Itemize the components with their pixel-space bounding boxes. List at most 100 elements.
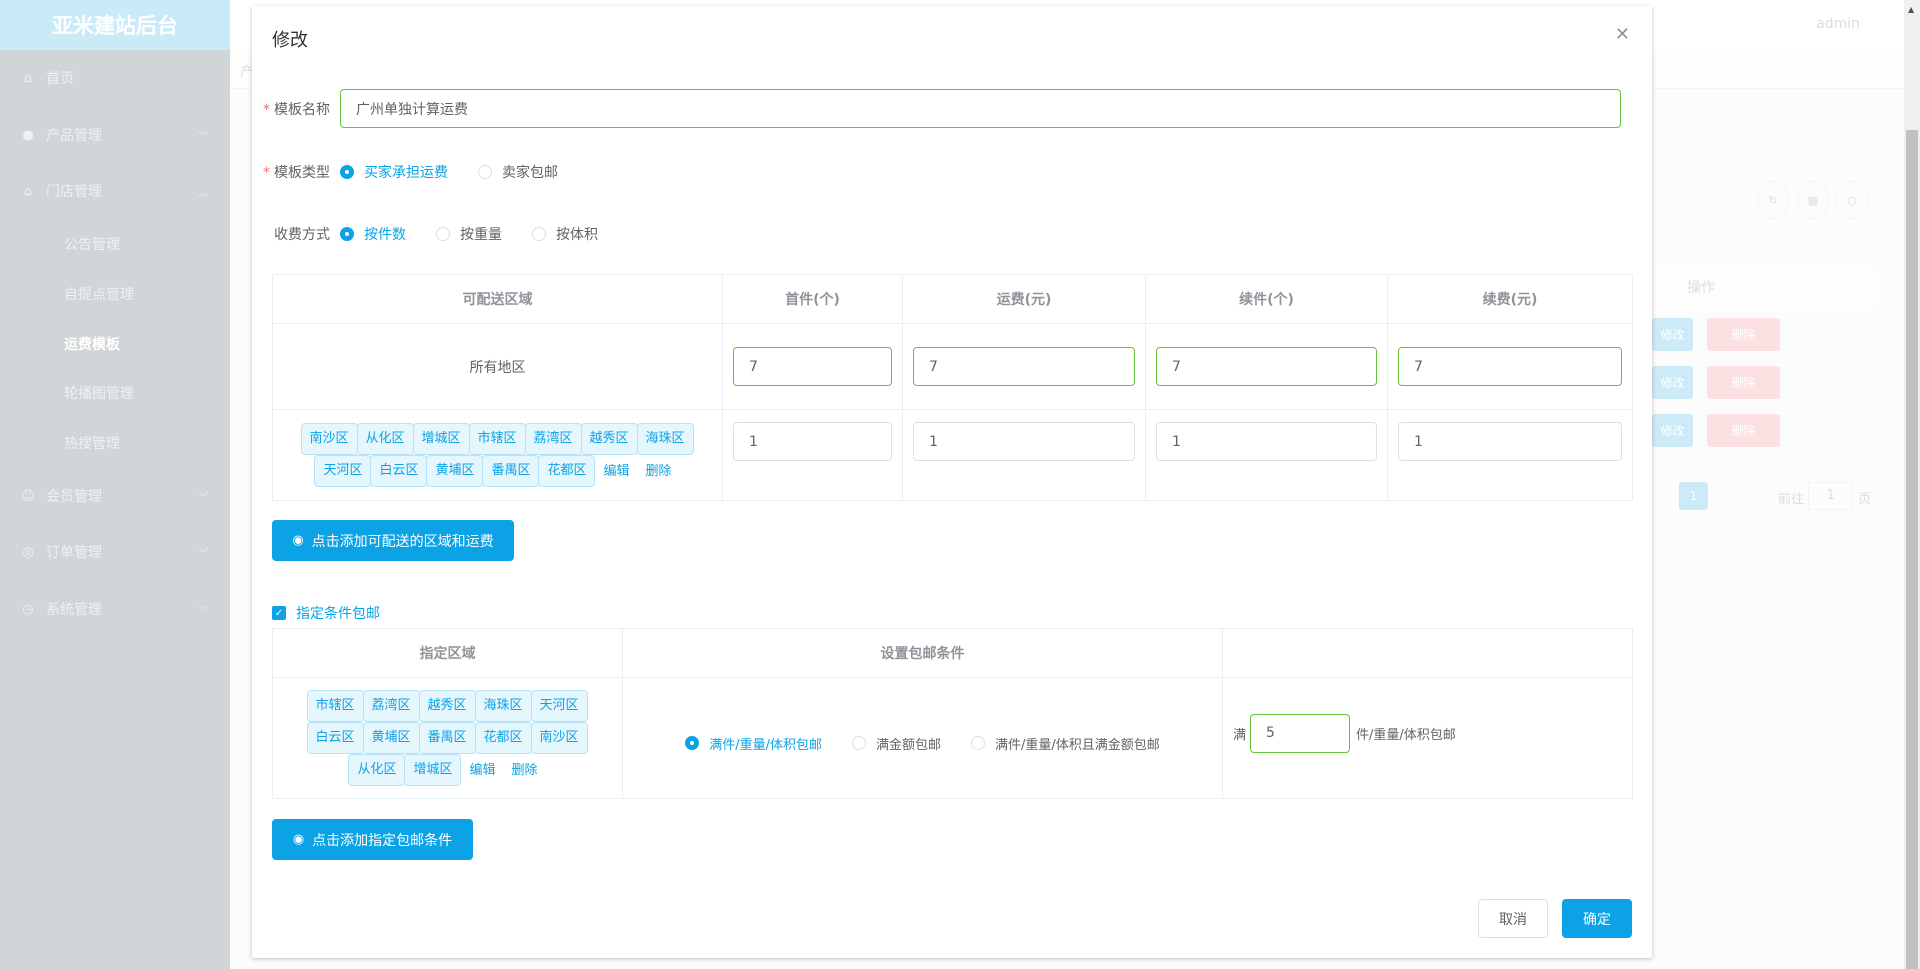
first-item-input[interactable]: 7 [733, 347, 892, 386]
sidebar-item-stores[interactable]: ⌂ 门店管理 ︿ [0, 168, 230, 214]
region-tag: 海珠区 [474, 690, 532, 722]
member-icon: ☺ [21, 488, 35, 504]
user-icon: ● [22, 127, 34, 143]
additional-fee-input[interactable]: 1 [1398, 422, 1622, 461]
region-tag: 黄埔区 [362, 722, 420, 754]
region-tag: 市辖区 [468, 423, 526, 455]
region-tag: 海珠区 [636, 423, 694, 455]
condition-value-input[interactable]: 5 [1250, 713, 1351, 753]
additional-item-input[interactable]: 7 [1156, 347, 1377, 386]
edit-button[interactable]: 修改 [1652, 366, 1693, 399]
sidebar-item-carousel[interactable]: 轮播图管理 [0, 370, 230, 416]
dialog-title: 修改 [272, 30, 308, 51]
location-icon: ◉ [292, 832, 305, 847]
delete-button[interactable]: 删除 [1707, 414, 1780, 447]
additional-fee-input[interactable]: 7 [1398, 347, 1622, 386]
fee-input[interactable]: 1 [913, 422, 1135, 461]
table-row: 南沙区 从化区 增城区 市辖区 荔湾区 越秀区 海珠区 天河区 白云区 黄埔区 番禺区 花都区 编辑 删… [272, 409, 1633, 501]
region-tags: 市辖区 荔湾区 越秀区 海珠区 天河区 白云区 黄埔区 番禺区 花都区 南沙区 从化区 增城区 编辑… [272, 677, 623, 799]
radio-by-quantity[interactable]: 满件/重量/体积包邮 [685, 734, 822, 753]
confirm-button[interactable]: 确定 [1562, 899, 1632, 938]
fee-input[interactable]: 7 [913, 347, 1135, 386]
page-scrollbar[interactable]: ▲ [1904, 0, 1920, 969]
search-icon[interactable]: ○ [1836, 181, 1868, 219]
chevron-down-icon: ﹀ [198, 548, 208, 560]
radio-by-volume[interactable]: 按体积 [532, 224, 598, 244]
add-region-button[interactable]: ◉ 点击添加可配送的区域和运费 [272, 520, 514, 561]
region-tag: 黄埔区 [426, 455, 484, 487]
shop-icon: ⌂ [23, 183, 33, 199]
sidebar-item-notices[interactable]: 公告管理 [0, 221, 230, 267]
template-type-label: * 模板类型 [263, 165, 330, 181]
radio-by-count[interactable]: 按件数 [340, 224, 406, 244]
home-icon: ⌂ [23, 70, 33, 86]
cancel-button[interactable]: 取消 [1478, 899, 1548, 938]
sidebar-item-label: 系统管理 [46, 602, 102, 618]
radio-seller-free[interactable]: 卖家包邮 [478, 162, 558, 182]
radio-buyer-pays[interactable]: 买家承担运费 [340, 162, 448, 182]
condition-value-cell: 满 5 件/重量/体积包邮 [1222, 677, 1633, 799]
edit-dialog: 修改 ✕ * 模板名称 广州单独计算运费 * 模板类型 买家承担运费 卖家包邮 收费… [252, 6, 1652, 958]
region-tag: 南沙区 [300, 423, 358, 455]
sidebar: 亚米建站后台 ⌂ 首页 ● 产品管理 ﹀ ⌂ 门店管理 ︿ 公告管理 自提点管理 运费模板… [0, 0, 230, 969]
table-row: 市辖区 荔湾区 越秀区 海珠区 天河区 白云区 黄埔区 番禺区 花都区 南沙区 从化区 增城区 编辑… [272, 677, 1633, 799]
charge-method-row: 收费方式 按件数 按重量 按体积 [252, 224, 628, 244]
settings-icon: ◷ [22, 601, 34, 617]
add-condition-button[interactable]: ◉ 点击添加指定包邮条件 [272, 819, 473, 860]
sidebar-item-label: 产品管理 [46, 128, 102, 144]
grid-icon[interactable]: ▦ [1797, 181, 1829, 219]
refresh-icon[interactable]: ↻ [1757, 181, 1789, 219]
radio-by-quantity-and-amount[interactable]: 满件/重量/体积且满金额包邮 [971, 734, 1160, 753]
region-tag: 番禺区 [418, 722, 476, 754]
delete-button[interactable]: 删除 [1707, 366, 1780, 399]
template-name-input[interactable]: 广州单独计算运费 [340, 89, 1621, 128]
region-tag: 越秀区 [418, 690, 476, 722]
condition-cell: 满件/重量/体积包邮 满金额包邮 满件/重量/体积且满金额包邮 [622, 677, 1223, 799]
user-menu[interactable]: admin [1816, 16, 1860, 32]
sidebar-item-products[interactable]: ● 产品管理 ﹀ [0, 112, 230, 158]
sidebar-item-system[interactable]: ◷ 系统管理 ﹀ [0, 586, 230, 632]
delete-link[interactable]: 删除 [512, 763, 538, 778]
scrollbar-thumb[interactable] [1906, 130, 1918, 969]
region-tag: 从化区 [356, 423, 414, 455]
page-suffix: 页 [1858, 492, 1872, 507]
delete-link[interactable]: 删除 [646, 464, 672, 479]
sidebar-item-home[interactable]: ⌂ 首页 [0, 55, 230, 101]
first-item-input[interactable]: 1 [733, 422, 892, 461]
region-tag: 花都区 [474, 722, 532, 754]
check-icon: ✓ [272, 606, 286, 620]
page-number[interactable]: 1 [1679, 482, 1708, 510]
column-header-actions: 操作 [1652, 266, 1876, 310]
close-icon[interactable]: ✕ [1615, 24, 1630, 45]
header-region: 可配送区域 [272, 274, 723, 324]
delete-button[interactable]: 删除 [1707, 318, 1780, 351]
sidebar-item-label: 门店管理 [46, 184, 102, 200]
edit-link[interactable]: 编辑 [603, 464, 629, 479]
region-tag: 天河区 [314, 455, 372, 487]
edit-button[interactable]: 修改 [1652, 318, 1693, 351]
sidebar-item-pickup[interactable]: 自提点管理 [0, 271, 230, 317]
sidebar-item-shipping-template[interactable]: 运费模板 [0, 321, 230, 367]
chevron-down-icon: ﹀ [198, 131, 208, 143]
region-tag: 白云区 [370, 455, 428, 487]
header-first-item: 首件(个) [722, 274, 903, 324]
radio-by-weight[interactable]: 按重量 [436, 224, 502, 244]
location-icon: ◉ [292, 533, 304, 548]
scroll-up-icon[interactable]: ▲ [1908, 5, 1914, 14]
region-all: 所有地区 [272, 323, 723, 410]
goto-page-input[interactable]: 1 [1808, 482, 1853, 510]
region-tag: 天河区 [530, 690, 588, 722]
free-shipping-checkbox[interactable]: ✓ 指定条件包邮 [272, 603, 380, 623]
radio-by-amount[interactable]: 满金额包邮 [851, 734, 941, 753]
header-specified-region: 指定区域 [272, 628, 623, 678]
sidebar-item-label: 首页 [46, 71, 74, 87]
sidebar-item-orders[interactable]: ◎ 订单管理 ﹀ [0, 529, 230, 575]
chevron-down-icon: ﹀ [198, 605, 208, 617]
additional-item-input[interactable]: 1 [1156, 422, 1377, 461]
edit-button[interactable]: 修改 [1652, 414, 1693, 447]
edit-link[interactable]: 编辑 [469, 763, 495, 778]
header-additional-item: 续件(个) [1145, 274, 1388, 324]
sidebar-item-hot-search[interactable]: 热搜管理 [0, 420, 230, 466]
sidebar-item-members[interactable]: ☺ 会员管理 ﹀ [0, 473, 230, 519]
region-tag: 番禺区 [482, 455, 540, 487]
